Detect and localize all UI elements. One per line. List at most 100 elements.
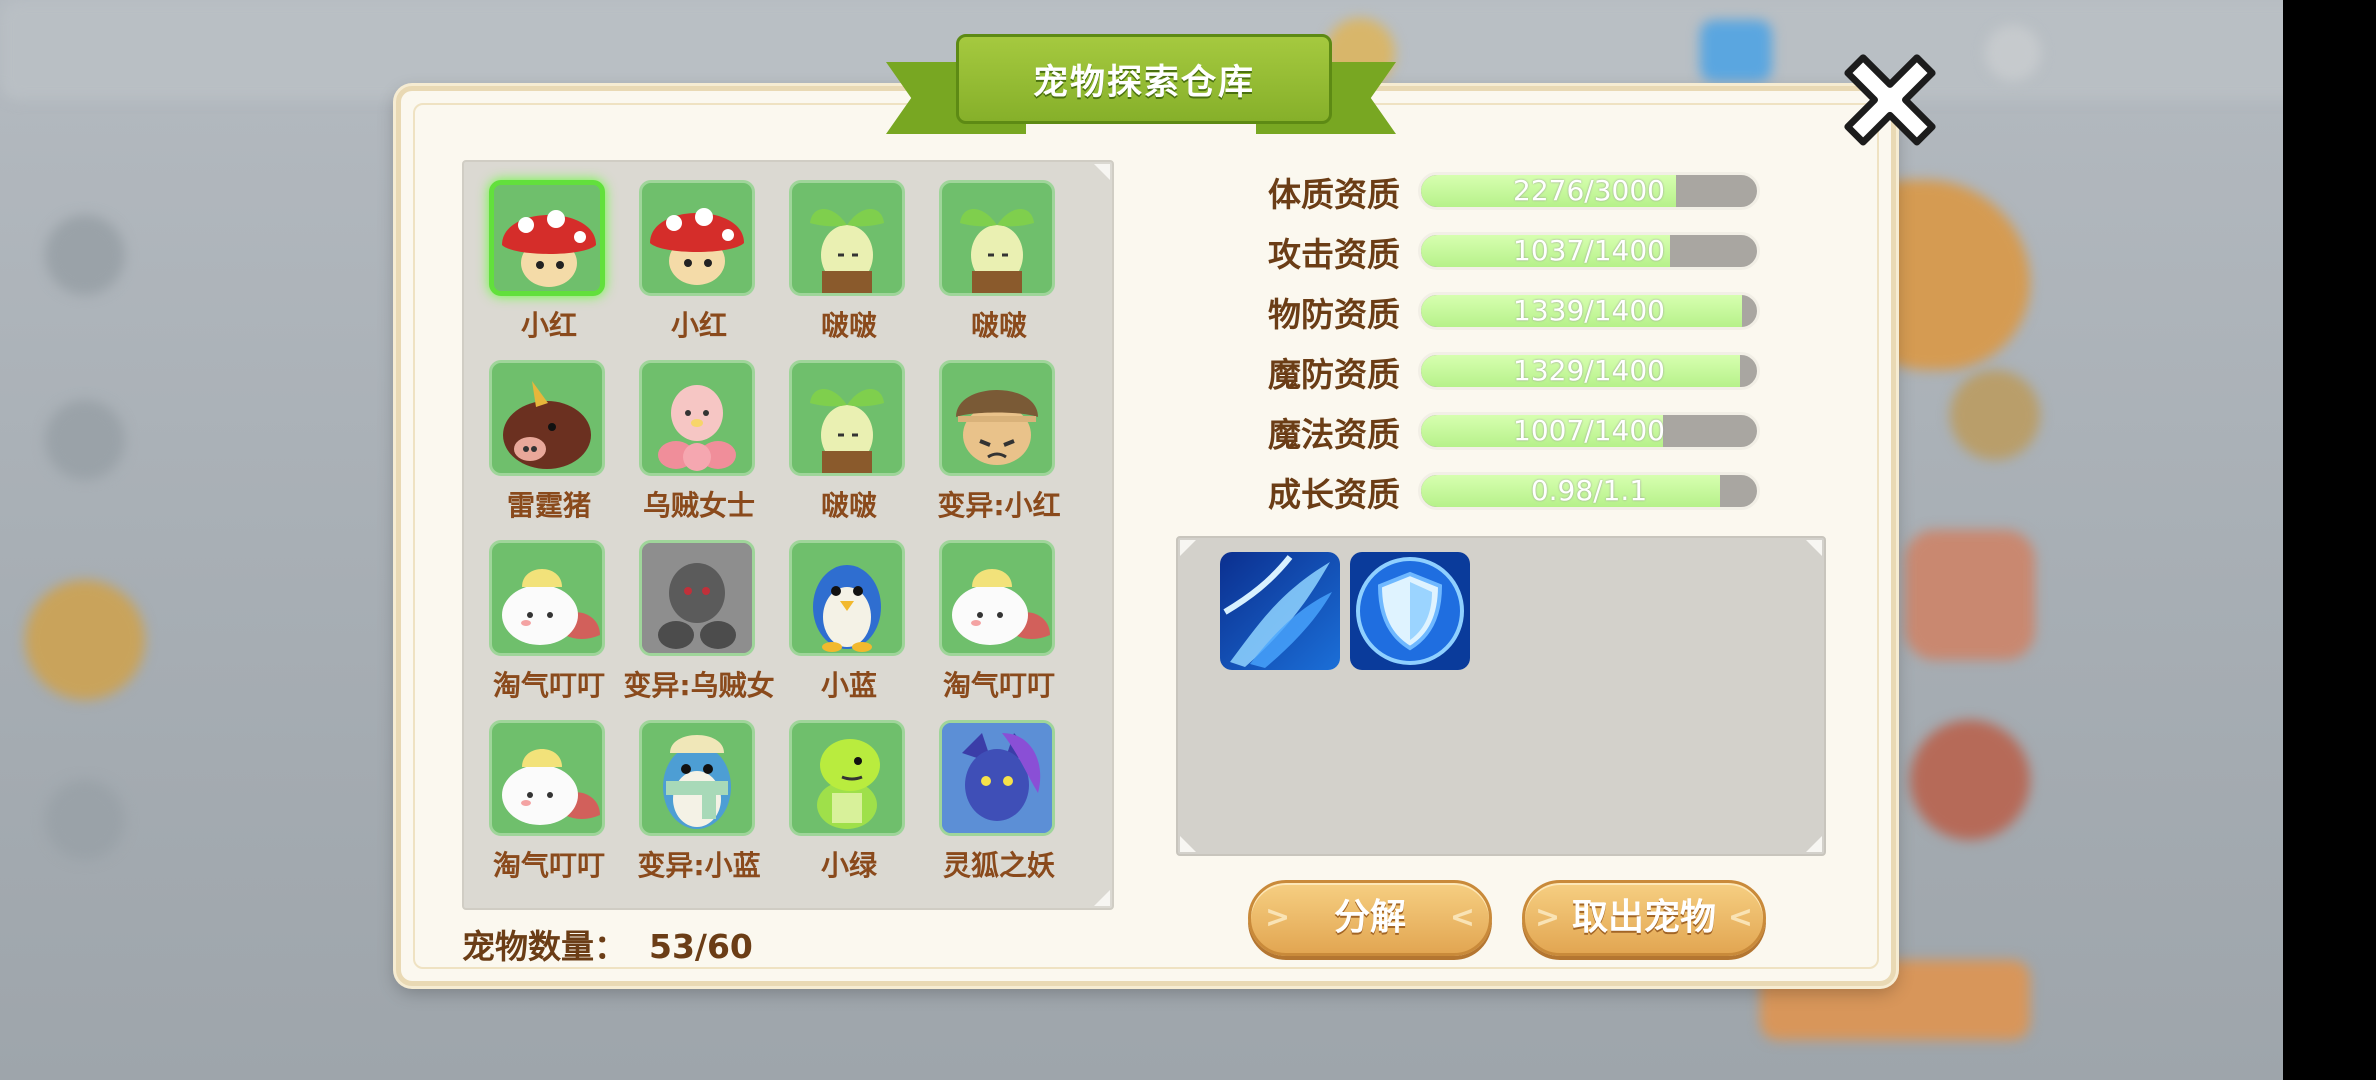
pet-portrait <box>789 540 905 656</box>
pet-portrait <box>789 180 905 296</box>
pet-portrait <box>639 180 755 296</box>
withdraw-pet-button[interactable]: > 取出宠物 < <box>1522 880 1766 956</box>
pet-portrait <box>939 540 1055 656</box>
skill-corner <box>1180 540 1196 556</box>
pet-slot[interactable]: 变异:小红 <box>924 360 1074 530</box>
brown-mushroom-icon <box>956 390 1038 465</box>
close-icon <box>1844 54 1936 146</box>
scarf-penguin-icon <box>663 735 731 829</box>
skill-slot-1[interactable] <box>1220 552 1340 670</box>
screen-edge-bar <box>2283 0 2376 1080</box>
stat-bar: 0.98/1.1 <box>1418 472 1760 510</box>
stat-value: 1037/1400 <box>1513 234 1665 267</box>
pet-slot[interactable]: 啵啵 <box>774 180 924 350</box>
pet-name: 灵狐之妖 <box>942 849 1055 882</box>
red-mushroom-icon <box>502 210 596 287</box>
pet-slot[interactable]: 灵狐之妖 <box>924 720 1074 890</box>
pet-name: 淘气叮叮 <box>942 669 1055 702</box>
pet-slot[interactable]: 淘气叮叮 <box>474 720 624 890</box>
pet-portrait <box>489 360 605 476</box>
background-side-icon <box>1950 370 2040 460</box>
chevron-left-icon: < <box>1727 900 1753 935</box>
skill-panel <box>1176 536 1826 856</box>
pet-slot[interactable]: 小绿 <box>774 720 924 890</box>
stat-row: 攻击资质 1037/1400 <box>1240 228 1780 274</box>
decompose-button[interactable]: > 分解 < <box>1248 880 1492 956</box>
blue-slash-skill-icon <box>1220 552 1340 670</box>
white-chick-icon <box>502 569 600 645</box>
background-side-icon <box>1905 530 2035 660</box>
white-chick-icon <box>952 569 1050 645</box>
stat-value: 1007/1400 <box>1513 414 1665 447</box>
background-menu-icon <box>45 780 125 860</box>
stat-bar: 1007/1400 <box>1418 412 1760 450</box>
pet-slot[interactable]: 小红 <box>624 180 774 350</box>
close-button[interactable] <box>1842 50 1938 146</box>
stat-row: 体质资质 2276/3000 <box>1240 168 1780 214</box>
background-menu-icon <box>25 580 145 700</box>
pet-portrait <box>489 540 605 656</box>
pet-portrait <box>639 540 755 656</box>
pet-slot[interactable]: 淘气叮叮 <box>924 540 1074 710</box>
grid-corner <box>1094 164 1110 180</box>
pet-portrait <box>939 720 1055 836</box>
grid-corner <box>1094 890 1110 906</box>
stat-row: 物防资质 1339/1400 <box>1240 288 1780 334</box>
pet-portrait <box>489 720 605 836</box>
pet-portrait <box>939 180 1055 296</box>
pet-slot[interactable]: 啵啵 <box>924 180 1074 350</box>
pet-slot[interactable]: 淘气叮叮 <box>474 540 624 710</box>
pet-portrait <box>939 360 1055 476</box>
sprout-icon <box>960 209 1034 293</box>
boar-icon <box>503 381 591 469</box>
skill-slot-2[interactable] <box>1350 552 1470 670</box>
pet-portrait <box>639 720 755 836</box>
stat-row: 成长资质 0.98/1.1 <box>1240 468 1780 514</box>
stat-label: 攻击资质 <box>1268 235 1400 274</box>
pet-slot[interactable]: 变异:乌贼女 <box>623 540 775 710</box>
stat-value: 1339/1400 <box>1513 294 1665 327</box>
background-menu-icon <box>45 400 125 480</box>
withdraw-pet-label: 取出宠物 <box>1571 897 1716 938</box>
skill-corner <box>1180 836 1196 852</box>
stat-row: 魔防资质 1329/1400 <box>1240 348 1780 394</box>
pet-slot[interactable]: 雷霆猪 <box>474 360 624 530</box>
panel-title: 宠物探索仓库 <box>956 34 1332 124</box>
pet-name: 变异:小红 <box>937 489 1061 522</box>
stat-label: 体质资质 <box>1268 175 1400 214</box>
pet-count-label: 宠物数量： <box>462 927 627 966</box>
stat-label: 魔防资质 <box>1268 355 1400 394</box>
pet-slot[interactable]: 小红 <box>474 180 624 350</box>
pet-name: 啵啵 <box>970 309 1027 342</box>
decompose-label: 分解 <box>1333 897 1406 938</box>
pet-slot[interactable]: 啵啵 <box>774 360 924 530</box>
white-chick-icon <box>502 749 600 825</box>
green-dino-icon <box>817 739 880 829</box>
stat-bar: 1339/1400 <box>1418 292 1760 330</box>
stat-bar: 2276/3000 <box>1418 172 1760 210</box>
stat-bar: 1329/1400 <box>1418 352 1760 390</box>
stat-label: 魔法资质 <box>1268 415 1400 454</box>
stat-label: 物防资质 <box>1268 295 1400 334</box>
pet-slot[interactable]: 小蓝 <box>774 540 924 710</box>
chevron-right-icon: > <box>1535 900 1561 935</box>
pet-count-value: 53/60 <box>649 927 753 966</box>
background-gear-icon <box>1985 25 2041 81</box>
skill-corner <box>1806 836 1822 852</box>
stat-value: 0.98/1.1 <box>1530 474 1648 507</box>
pet-count: 宠物数量： 53/60 <box>462 920 753 968</box>
pet-slot[interactable]: 乌贼女士 <box>624 360 774 530</box>
pet-portrait <box>489 180 605 296</box>
chevron-right-icon: > <box>1265 900 1291 935</box>
pet-portrait <box>789 720 905 836</box>
sprout-icon <box>810 209 884 293</box>
chevron-left-icon: < <box>1449 900 1475 935</box>
stat-label: 成长资质 <box>1268 475 1400 514</box>
pet-portrait <box>639 360 755 476</box>
stat-value: 2276/3000 <box>1513 174 1665 207</box>
stat-bar: 1037/1400 <box>1418 232 1760 270</box>
red-mushroom-icon <box>650 208 744 285</box>
gray-squid-icon <box>642 543 752 653</box>
pet-slot[interactable]: 变异:小蓝 <box>624 720 774 890</box>
blue-shield-skill-icon <box>1350 552 1470 670</box>
